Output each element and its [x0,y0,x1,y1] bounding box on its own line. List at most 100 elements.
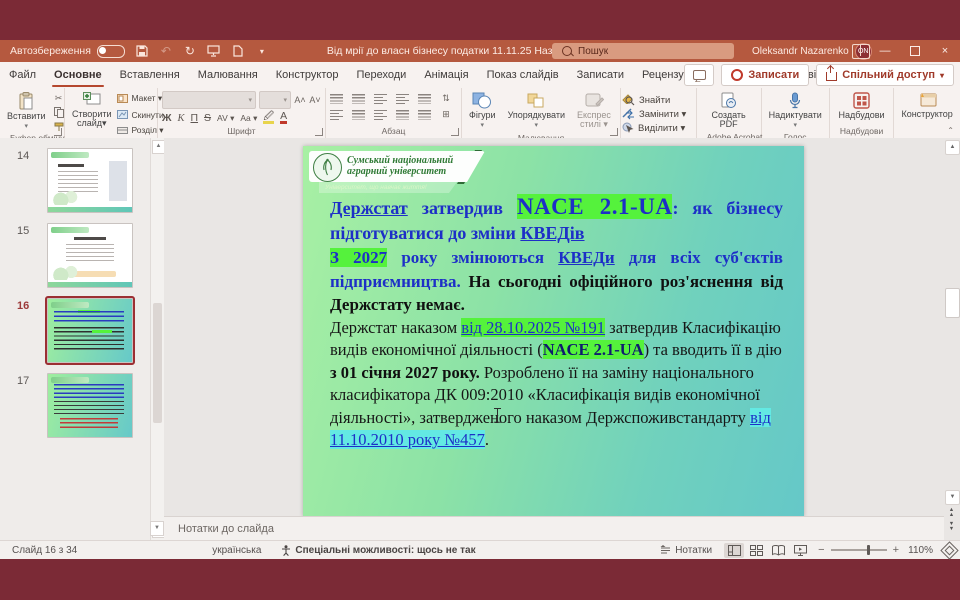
character-spacing-icon[interactable]: A︎V ▾ [217,113,234,124]
select-button[interactable]: Виділити ▾ [625,122,686,135]
strikethrough-button[interactable]: S [204,112,211,124]
drawing-dialog-launcher[interactable] [610,128,618,136]
collapse-ribbon-icon[interactable]: ⌃ [947,126,954,135]
font-color-icon[interactable]: A [280,112,287,124]
record-button[interactable]: Записати [721,64,809,86]
comments-button[interactable] [684,64,714,86]
shapes-button[interactable]: Фігури▾ [466,91,499,131]
tab-основне[interactable]: Основне [45,62,111,88]
close-button[interactable]: × [930,40,960,62]
columns-icon[interactable] [418,110,431,120]
slide-canvas[interactable]: Сумський національний аграрний університ… [303,146,804,517]
fit-slide-to-window-icon[interactable] [940,541,958,559]
align-left-icon[interactable] [330,110,343,120]
grow-font-icon[interactable]: A˄ [294,95,306,106]
shrink-font-icon[interactable]: A˅ [309,95,321,106]
line-spacing-icon[interactable] [418,94,431,104]
section-button[interactable]: Розділ ▾ [117,124,164,137]
font-size-combo[interactable]: ▾ [259,91,291,109]
slide-thumbnail-15[interactable] [47,223,133,288]
addins-button[interactable]: Надбудови [836,91,888,121]
reset-button[interactable]: Скинути [117,108,164,121]
change-case-icon[interactable]: Aa ▾ [240,113,257,124]
numbering-icon[interactable] [352,94,365,104]
ribbon-display-options-icon[interactable] [852,44,870,59]
highlight-color-icon[interactable]: 🖉 [263,112,274,124]
new-file-icon[interactable] [231,44,245,58]
increase-indent-icon[interactable] [396,94,409,104]
language-indicator[interactable]: українська [202,545,271,556]
paste-button[interactable]: Вставити▾ [4,91,49,132]
normal-view-button[interactable] [724,543,744,558]
decrease-indent-icon[interactable] [374,94,387,104]
quick-styles-button[interactable]: Експрес стилі ▾ [574,91,614,131]
smartart-icon[interactable]: ⊞ [440,109,452,120]
slideshow-view-button[interactable] [790,543,810,558]
tab-малювання[interactable]: Малювання [189,62,267,88]
font-name-combo[interactable]: ▾ [162,91,256,109]
next-slide-button[interactable]: ▼▼ [946,522,957,531]
tab-файл[interactable]: Файл [0,62,45,88]
slide-sorter-view-button[interactable] [746,543,766,558]
align-right-icon[interactable] [374,110,387,120]
text-run: від 28.10.2025 №191 [461,318,605,337]
scrollbar-thumb[interactable] [153,303,162,423]
font-dialog-launcher[interactable] [315,128,323,136]
customize-qat-icon[interactable]: ▾ [255,44,269,58]
scrollbar-thumb[interactable] [945,288,960,318]
find-button[interactable]: Знайти [625,94,686,107]
redo-icon[interactable]: ↻ [183,44,197,58]
reading-view-button[interactable] [768,543,788,558]
search-input[interactable]: Пошук [552,43,734,59]
slide-thumbnail-14[interactable] [47,148,133,213]
undo-icon[interactable]: ↶ [159,44,173,58]
bold-button[interactable]: Ж [162,112,172,124]
new-slide-button[interactable]: Створити слайд▾ [69,91,115,130]
thumbnail-scrollbar[interactable]: ▲ ▼ [150,138,164,540]
text-direction-icon[interactable]: ⇅ [440,93,452,104]
main-scrollbar[interactable]: ▲ ▼ ▲▲ ▼▼ [944,138,959,540]
share-button[interactable]: Спільний доступ ▾ [816,64,954,86]
arrange-button[interactable]: Упорядкувати▾ [505,91,568,131]
dictate-button[interactable]: Надиктувати▾ [766,91,825,131]
slide-text[interactable]: Держстат затвердив NACE 2.1-UA: як бізне… [330,194,783,452]
start-slideshow-icon[interactable] [207,44,221,58]
paragraph-dialog-launcher[interactable] [451,128,459,136]
tab-конструктор[interactable]: Конструктор [267,62,348,88]
notes-bar[interactable]: ▼ Нотатки до слайда [164,516,944,540]
zoom-slider[interactable] [831,549,887,551]
slide-thumbnail-16[interactable] [47,298,133,363]
italic-button[interactable]: К [178,113,185,124]
autosave-toggle[interactable] [97,45,125,58]
previous-slide-button[interactable]: ▲▲ [946,508,957,517]
restore-button[interactable] [900,40,930,62]
scroll-down-icon[interactable]: ▼ [945,490,960,505]
zoom-level[interactable]: 110% [907,545,933,556]
save-icon[interactable] [135,44,149,58]
designer-button[interactable]: Конструктор [898,91,955,120]
replace-button[interactable]: Замінити ▾ [625,108,686,121]
tab-показ-слайдів[interactable]: Показ слайдів [478,62,568,88]
scroll-up-icon[interactable]: ▲ [945,140,960,155]
accessibility-status[interactable]: Спеціальні можливості: щось не так [271,545,485,556]
underline-button[interactable]: П [190,112,198,124]
tab-вставлення[interactable]: Вставлення [111,62,189,88]
create-pdf-button[interactable]: Создать PDF [701,91,757,131]
thumbnails-collapse-icon[interactable]: ▼ [150,521,164,536]
tab-переходи[interactable]: Переходи [347,62,415,88]
zoom-out-button[interactable]: − [818,544,824,556]
zoom-in-button[interactable]: + [893,544,899,556]
zoom-slider-thumb[interactable] [867,545,871,555]
tab-анімація[interactable]: Анімація [415,62,477,88]
layout-button[interactable]: Макет ▾ [117,92,164,105]
justify-icon[interactable] [396,110,409,120]
slide-thumbnail-17[interactable] [47,373,133,438]
tab-записати[interactable]: Записати [568,62,633,88]
scroll-up-icon[interactable]: ▲ [152,140,164,154]
bullets-icon[interactable] [330,94,343,104]
accessibility-icon [281,545,291,556]
notes-toggle-button[interactable]: Нотатки [656,545,716,556]
minimize-button[interactable]: — [870,40,900,62]
clipboard-dialog-launcher[interactable] [54,128,62,136]
align-center-icon[interactable] [352,110,365,120]
